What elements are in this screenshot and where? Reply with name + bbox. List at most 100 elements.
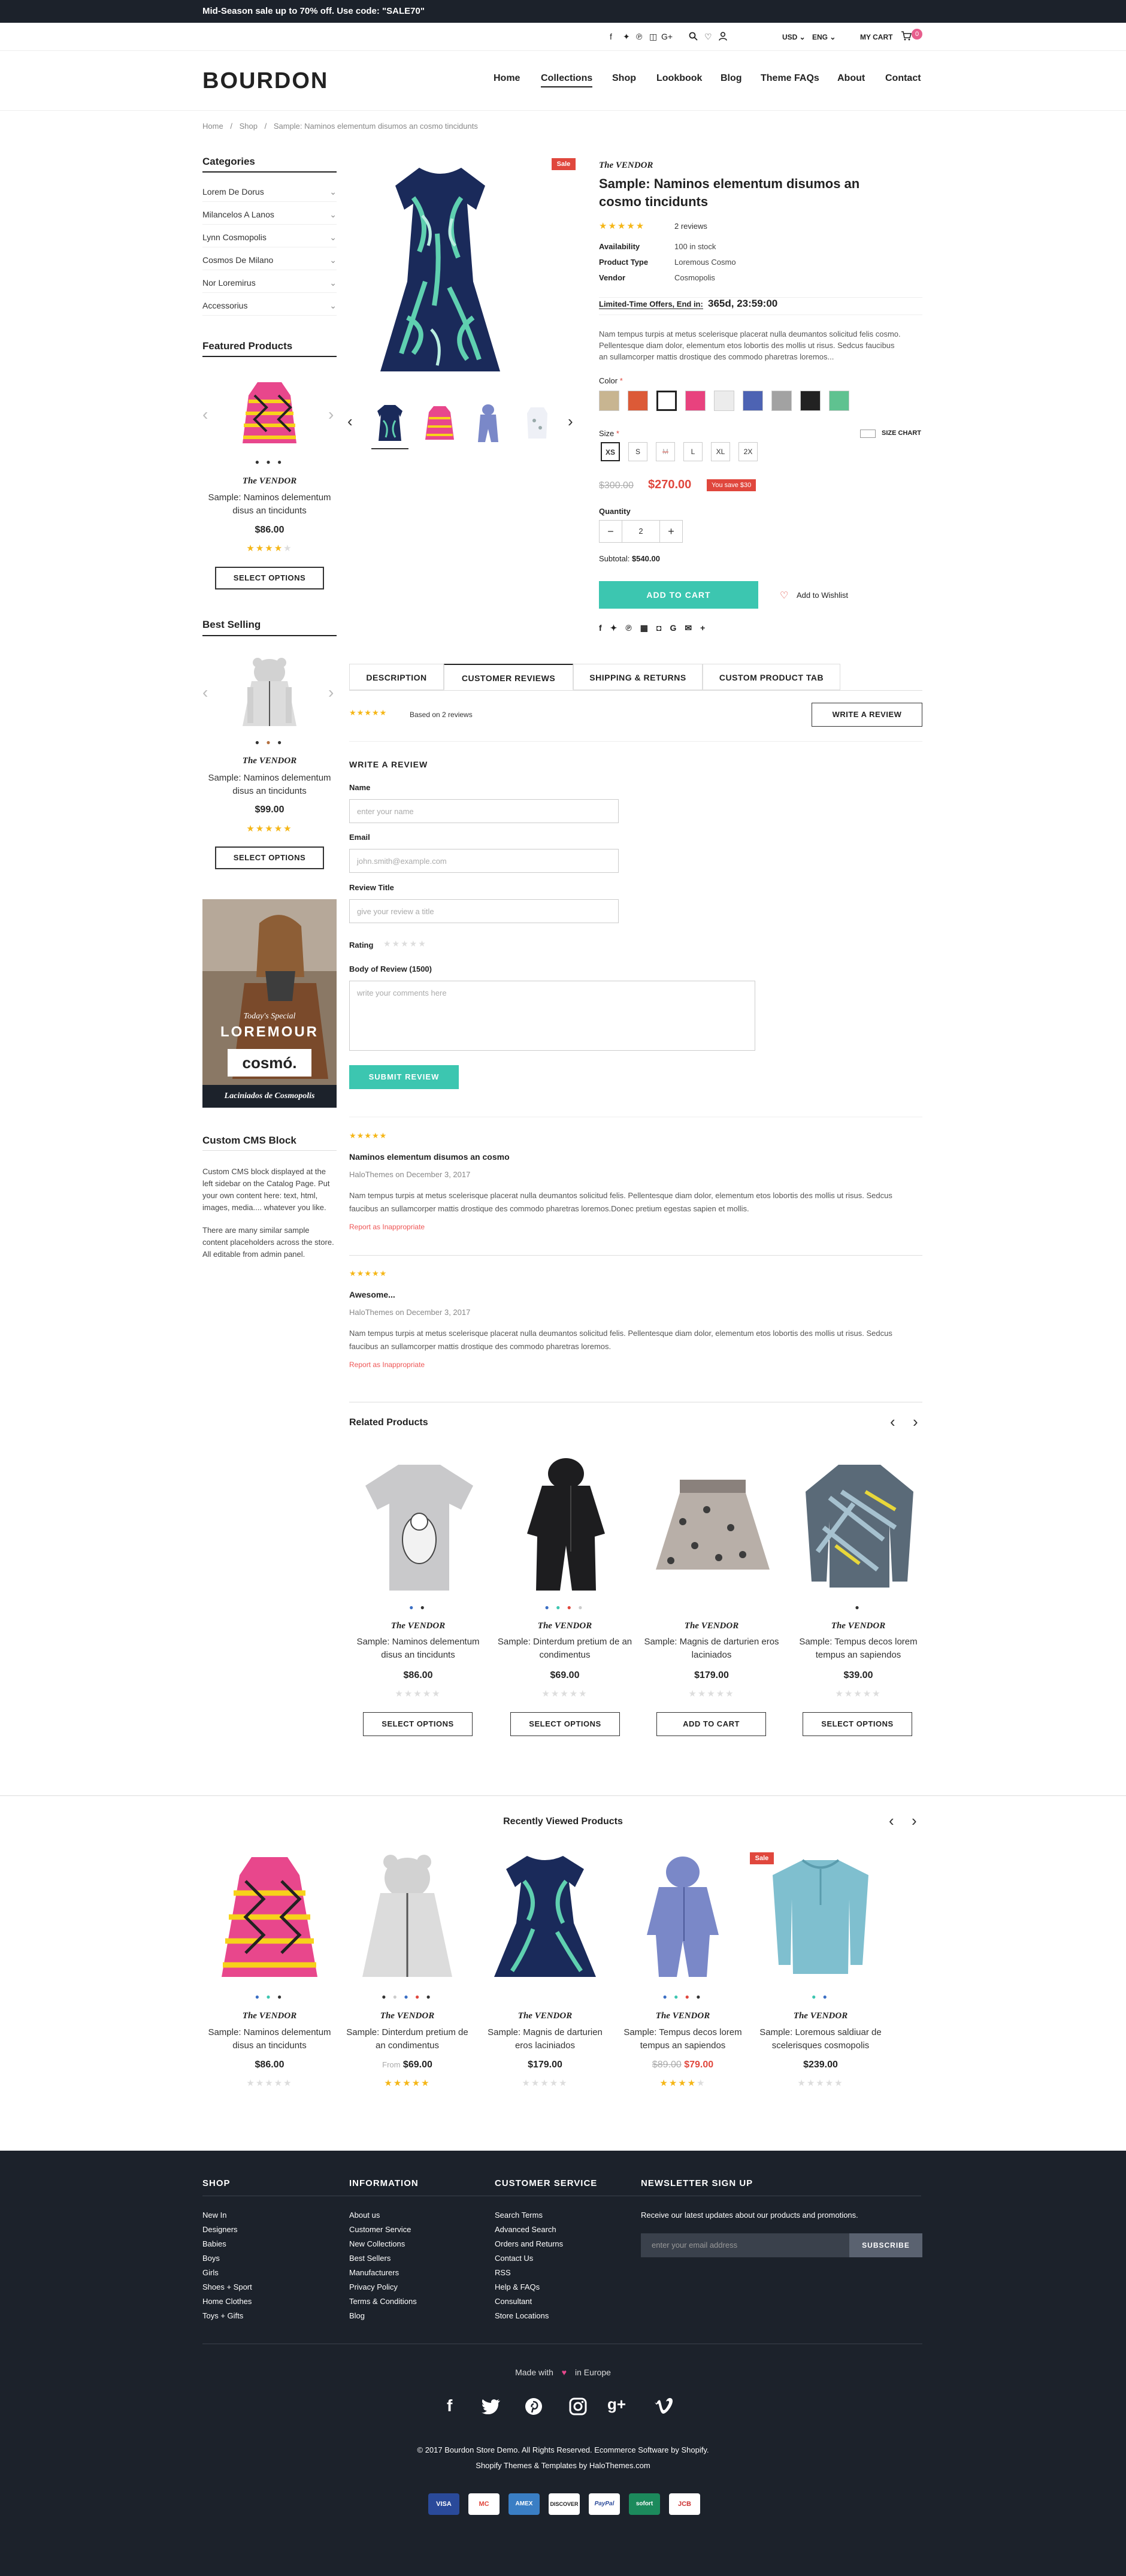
account-user-icon[interactable]	[719, 32, 727, 41]
color-swatch[interactable]	[829, 391, 849, 411]
tab-shipping-returns[interactable]: SHIPPING & RETURNS	[573, 664, 703, 690]
nav-shop[interactable]: Shop	[612, 73, 636, 84]
quantity-input[interactable]: 2	[622, 521, 659, 542]
footer-link[interactable]: New Collections	[349, 2239, 405, 2248]
category-item[interactable]: Lorem De Dorus ⌄	[202, 187, 337, 202]
product-review-count[interactable]: 2 reviews	[674, 222, 707, 231]
size-option-xs[interactable]: XS	[601, 442, 620, 461]
rating-input-stars[interactable]: ★★★★★	[383, 939, 427, 949]
footer-link[interactable]: Manufacturers	[349, 2268, 399, 2277]
footer-link[interactable]: Advanced Search	[495, 2225, 556, 2234]
footer-link[interactable]: Shoes + Sport	[202, 2282, 252, 2291]
nav-contact[interactable]: Contact	[885, 73, 921, 84]
breadcrumb-home[interactable]: Home	[202, 122, 223, 131]
nav-theme-faqs[interactable]: Theme FAQs	[761, 73, 819, 84]
best-select-options-button[interactable]: SELECT OPTIONS	[215, 846, 324, 869]
nav-lookbook[interactable]: Lookbook	[656, 73, 702, 84]
recent-name[interactable]: Sample: Tempus decos lorem tempus an sap…	[616, 2026, 750, 2052]
footer-link[interactable]: Designers	[202, 2225, 238, 2234]
footer-link[interactable]: Babies	[202, 2239, 226, 2248]
nav-home[interactable]: Home	[494, 73, 520, 84]
share-twitter-icon[interactable]: ✦	[610, 623, 626, 633]
color-swatch[interactable]	[771, 391, 792, 411]
recent-product-image-1[interactable]	[216, 1851, 323, 1983]
name-input[interactable]: enter your name	[349, 799, 619, 823]
my-cart-link[interactable]: MY CART	[860, 33, 892, 41]
footer-link[interactable]: Orders and Returns	[495, 2239, 563, 2248]
footer-link[interactable]: Toys + Gifts	[202, 2311, 243, 2320]
related-name[interactable]: Sample: Tempus decos lorem tempus an sap…	[789, 1635, 927, 1662]
footer-link[interactable]: Search Terms	[495, 2211, 543, 2220]
nav-collections[interactable]: Collections	[541, 73, 593, 87]
category-item[interactable]: Nor Loremirus ⌄	[202, 278, 337, 293]
googleplus-icon[interactable]: G+	[661, 32, 673, 41]
footer-link[interactable]: Best Sellers	[349, 2254, 391, 2263]
category-item[interactable]: Accessorius ⌄	[202, 301, 337, 316]
gallery-thumb-4[interactable]	[519, 403, 556, 445]
subscribe-button[interactable]: SUBSCRIBE	[849, 2233, 922, 2257]
recent-product-image-2[interactable]	[353, 1851, 461, 1983]
best-color-dots[interactable]: ● ● ●	[202, 738, 337, 746]
promo-banner[interactable]: Today's Special LOREMOUR cosmó. Laciniad…	[202, 899, 337, 1108]
color-swatch[interactable]	[714, 391, 734, 411]
related-select-options-button[interactable]: SELECT OPTIONS	[803, 1712, 912, 1736]
recent-color-dots[interactable]: ● ● ●	[202, 1993, 337, 2001]
gallery-thumb-2[interactable]	[420, 403, 458, 445]
facebook-icon[interactable]: f	[610, 32, 612, 41]
footer-link[interactable]: Consultant	[495, 2297, 532, 2306]
write-review-button[interactable]: WRITE A REVIEW	[812, 703, 922, 727]
size-option-l[interactable]: L	[683, 442, 703, 461]
add-to-cart-button[interactable]: ADD TO CART	[599, 581, 758, 609]
wishlist-heart-icon[interactable]: ♡	[780, 589, 788, 601]
related-color-dots[interactable]: ●	[789, 1603, 927, 1611]
featured-product-image[interactable]	[231, 377, 308, 449]
best-prev-arrow-icon[interactable]: ‹	[202, 683, 208, 702]
color-swatch[interactable]	[685, 391, 706, 411]
footer-link[interactable]: New In	[202, 2211, 226, 2220]
share-more-icon[interactable]: +	[700, 623, 713, 633]
footer-link[interactable]: Blog	[349, 2311, 365, 2320]
tab-customer-reviews[interactable]: CUSTOMER REVIEWS	[444, 664, 573, 690]
related-name[interactable]: Sample: Magnis de darturien eros lacinia…	[643, 1635, 780, 1662]
recent-name[interactable]: Sample: Magnis de darturien eros lacinia…	[478, 2026, 612, 2052]
featured-prev-arrow-icon[interactable]: ‹	[202, 405, 208, 424]
related-name[interactable]: Sample: Dinterdum pretium de an condimen…	[496, 1635, 634, 1662]
review-title-input[interactable]: give your review a title	[349, 899, 619, 923]
related-select-options-button[interactable]: SELECT OPTIONS	[510, 1712, 620, 1736]
related-add-to-cart-button[interactable]: ADD TO CART	[656, 1712, 766, 1736]
color-swatch[interactable]	[743, 391, 763, 411]
recent-color-dots[interactable]: ● ● ● ●	[616, 1993, 750, 2001]
currency-select[interactable]: USD ⌄	[782, 33, 806, 41]
recent-color-dots[interactable]: ● ●	[753, 1993, 888, 2001]
language-select[interactable]: ENG ⌄	[812, 33, 836, 41]
share-email-icon[interactable]: ✉	[685, 623, 700, 633]
recent-prev-arrow-icon[interactable]: ‹	[889, 1812, 894, 1830]
size-option-m[interactable]: M	[656, 442, 675, 461]
color-swatch[interactable]	[628, 391, 648, 411]
footer-link[interactable]: RSS	[495, 2268, 511, 2277]
cart-icon[interactable]	[901, 31, 912, 41]
related-product-image-2[interactable]	[500, 1456, 632, 1594]
category-item[interactable]: Lynn Cosmopolis ⌄	[202, 232, 337, 247]
recent-name[interactable]: Sample: Naminos delementum disus an tinc…	[202, 2026, 337, 2052]
recent-product-image-5[interactable]	[767, 1851, 874, 1983]
footer-facebook-icon[interactable]: f	[447, 2396, 452, 2415]
recent-product-image-3[interactable]	[491, 1851, 599, 1983]
related-color-dots[interactable]: ● ● ● ●	[496, 1603, 634, 1611]
add-to-wishlist-link[interactable]: Add to Wishlist	[797, 591, 848, 600]
best-name[interactable]: Sample: Naminos delementum disus an tinc…	[202, 772, 337, 798]
footer-vimeo-icon[interactable]	[654, 2397, 673, 2414]
share-wechat-icon[interactable]: ◘	[656, 623, 670, 633]
nav-about[interactable]: About	[837, 73, 865, 84]
quantity-decrease-button[interactable]: −	[600, 521, 622, 542]
product-main-image[interactable]	[377, 162, 503, 383]
footer-link[interactable]: Customer Service	[349, 2225, 411, 2234]
size-option-s[interactable]: S	[628, 442, 647, 461]
footer-link[interactable]: Terms & Conditions	[349, 2297, 417, 2306]
featured-name[interactable]: Sample: Naminos delementum disus an tinc…	[202, 491, 337, 518]
footer-link[interactable]: Boys	[202, 2254, 220, 2263]
nav-blog[interactable]: Blog	[721, 73, 742, 84]
breadcrumb-shop[interactable]: Shop	[240, 122, 258, 131]
related-next-arrow-icon[interactable]: ›	[913, 1413, 918, 1431]
wishlist-heart-icon[interactable]: ♡	[704, 32, 712, 42]
